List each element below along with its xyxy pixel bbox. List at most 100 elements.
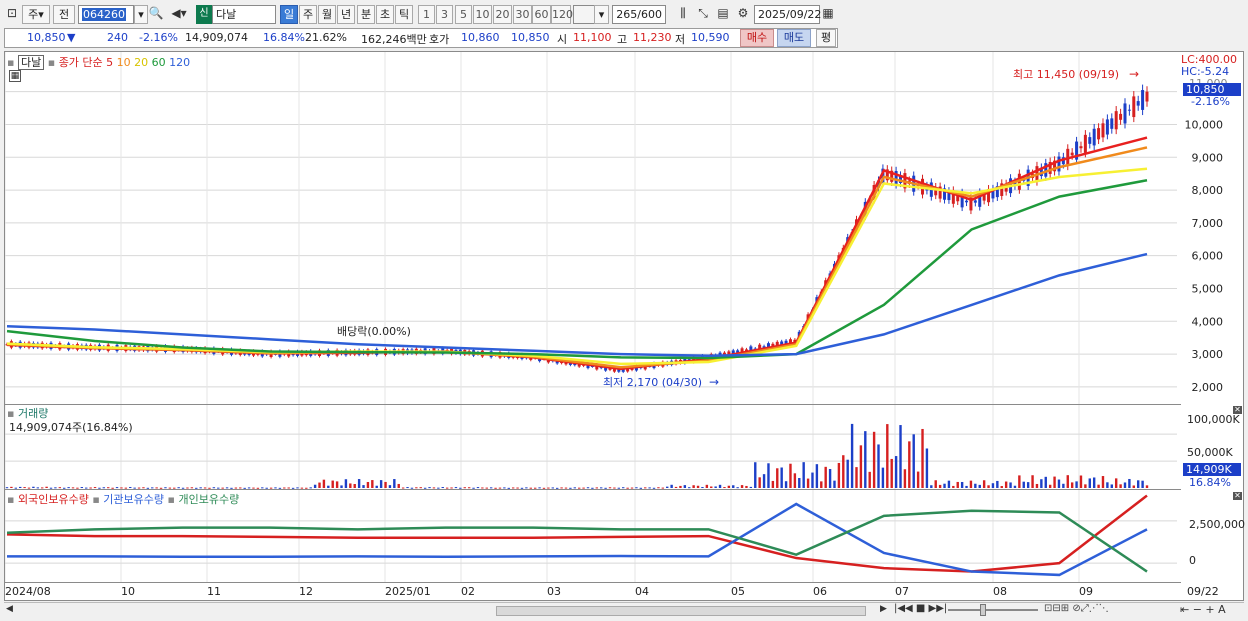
stock-name-tag[interactable]: 다날 bbox=[17, 55, 45, 70]
volume-bar bbox=[991, 483, 995, 488]
zoom-slider[interactable] bbox=[948, 609, 1038, 611]
sell-button[interactable]: 매도 bbox=[777, 29, 811, 47]
table-icon[interactable]: ▦ bbox=[9, 70, 21, 82]
volume-bar bbox=[868, 471, 871, 488]
count-field[interactable]: 265/600 bbox=[612, 5, 666, 24]
volume-bar bbox=[1031, 475, 1034, 488]
trade-amount: 162,246백만 bbox=[361, 33, 427, 46]
period-mode-select[interactable]: 주▾ bbox=[22, 5, 50, 24]
buy-button[interactable]: 매수 bbox=[740, 29, 774, 47]
interval-60[interactable]: 60 bbox=[532, 5, 551, 24]
candle-body bbox=[1127, 109, 1131, 111]
volume-bar bbox=[1022, 481, 1025, 488]
candle-type-icon[interactable]: ⫼ bbox=[674, 5, 692, 24]
pane-separator bbox=[5, 404, 1181, 405]
institution-holding-line bbox=[7, 502, 1148, 577]
volume-bar bbox=[331, 480, 334, 488]
interval-10[interactable]: 10 bbox=[473, 5, 492, 24]
interval-5[interactable]: 5 bbox=[455, 5, 472, 24]
custom-interval-dropdown[interactable]: ▾ bbox=[594, 5, 609, 24]
search-icon[interactable]: 🔍 bbox=[148, 5, 164, 24]
volume-bar bbox=[714, 486, 717, 488]
tab-day[interactable]: 일 bbox=[280, 5, 298, 24]
volume-bar bbox=[727, 485, 731, 488]
candle-body bbox=[1141, 90, 1145, 110]
prev-button[interactable]: 전 bbox=[53, 5, 75, 24]
scrollbar-thumb[interactable] bbox=[496, 606, 866, 616]
chart-menu-icon[interactable]: ⊡ bbox=[4, 5, 20, 24]
volume-bar bbox=[1044, 476, 1047, 488]
volume-bar bbox=[974, 483, 977, 488]
tab-tick[interactable]: 틱 bbox=[395, 5, 413, 24]
candle-body bbox=[965, 200, 969, 203]
scroll-right-icon[interactable]: ▶ bbox=[880, 604, 887, 614]
candle-body bbox=[1092, 128, 1096, 146]
volume-tick-100000k: 100,000K bbox=[1187, 413, 1240, 426]
interval-30[interactable]: 30 bbox=[513, 5, 532, 24]
volume-bar bbox=[859, 445, 863, 488]
y-tick-label: 10,000 bbox=[1185, 118, 1224, 131]
y-tick-label: 5,000 bbox=[1192, 282, 1224, 295]
interval-3[interactable]: 3 bbox=[436, 5, 453, 24]
volume-bar bbox=[749, 486, 753, 488]
volume-bar bbox=[820, 481, 823, 488]
pane-close-icon[interactable]: ✕ bbox=[1233, 492, 1242, 500]
zoom-handle[interactable] bbox=[980, 604, 986, 616]
save-icon[interactable]: ▤ bbox=[714, 5, 732, 24]
volume-bar bbox=[842, 455, 845, 488]
volume-bar bbox=[833, 480, 836, 488]
tab-minute[interactable]: 분 bbox=[357, 5, 375, 24]
volume-bar bbox=[811, 472, 814, 488]
calendar-icon[interactable]: ▦ bbox=[820, 5, 836, 24]
tab-year[interactable]: 년 bbox=[337, 5, 355, 24]
volume-bar bbox=[115, 487, 119, 489]
volume-bar bbox=[1114, 478, 1118, 488]
pane-close-icon[interactable]: ✕ bbox=[1233, 406, 1242, 414]
volume-bar bbox=[806, 478, 810, 488]
volume-bar bbox=[696, 485, 700, 488]
count-total: /600 bbox=[637, 8, 662, 21]
volume-bar bbox=[1128, 478, 1131, 488]
pane-marker: ▪ bbox=[47, 56, 56, 69]
chart-area[interactable]: 10,000 9,000 8,000 7,000 6,000 5,000 4,000 3,00… bbox=[4, 51, 1245, 601]
volume-bar bbox=[1079, 475, 1083, 488]
zoom-controls-icon[interactable]: ⇤ − + A bbox=[1180, 603, 1226, 616]
gear-icon[interactable]: ⚙ bbox=[734, 5, 752, 24]
interval-120[interactable]: 120 bbox=[551, 5, 573, 24]
tab-month[interactable]: 월 bbox=[318, 5, 336, 24]
tab-week[interactable]: 주 bbox=[299, 5, 317, 24]
first-icon[interactable]: |◀◀ ■ ▶▶| bbox=[894, 603, 947, 614]
volume-bar bbox=[947, 480, 951, 488]
holding-tick-0: 0 bbox=[1189, 554, 1196, 567]
dividend-annotation: 배당락(0.00%) bbox=[337, 325, 411, 338]
x-label: 05 bbox=[731, 585, 745, 598]
speaker-icon[interactable]: ◀▾ bbox=[166, 5, 192, 24]
volume-bar bbox=[353, 484, 356, 488]
chart-canvas[interactable]: 10,000 9,000 8,000 7,000 6,000 5,000 4,000 3,00… bbox=[5, 52, 1243, 600]
volume-bar bbox=[1048, 484, 1052, 488]
institution-legend: 기관보유수량 bbox=[103, 493, 165, 506]
interval-1[interactable]: 1 bbox=[418, 5, 435, 24]
volume-bar bbox=[428, 487, 431, 489]
volume-bar bbox=[723, 487, 726, 489]
stock-code-input[interactable]: 064260 bbox=[78, 5, 134, 24]
volume-bar bbox=[921, 428, 924, 488]
eval-button[interactable]: 평 bbox=[816, 29, 836, 47]
volume-ratio: 16.84% bbox=[263, 31, 305, 44]
x-label: 11 bbox=[207, 585, 221, 598]
volume-bar bbox=[441, 487, 444, 489]
stock-name-field[interactable]: 다날 bbox=[212, 5, 276, 24]
tab-second[interactable]: 초 bbox=[376, 5, 394, 24]
scroll-left-icon[interactable]: ◀ bbox=[6, 604, 13, 614]
x-label: 2024/08 bbox=[5, 585, 51, 598]
volume-bar bbox=[32, 486, 35, 488]
code-dropdown-button[interactable]: ▾ bbox=[134, 5, 148, 24]
chart-window: { "toolbar": { "period_mode": "주", "prev… bbox=[0, 0, 1248, 621]
interval-20[interactable]: 20 bbox=[493, 5, 512, 24]
turnover: 21.62% bbox=[305, 31, 347, 44]
low-label: 저 bbox=[675, 33, 686, 46]
drawing-tools-icon[interactable]: ⊡⊟⊞ ⊘⤢⋰⋱ bbox=[1044, 603, 1109, 614]
line-tool-icon[interactable]: ⤡ bbox=[694, 5, 712, 24]
date-field[interactable]: 2025/09/22 bbox=[754, 5, 821, 24]
bottom-toolbar: ◀ ▶ |◀◀ ■ ▶▶| ⊡⊟⊞ ⊘⤢⋰⋱ ⇤ − + A bbox=[4, 602, 1244, 618]
